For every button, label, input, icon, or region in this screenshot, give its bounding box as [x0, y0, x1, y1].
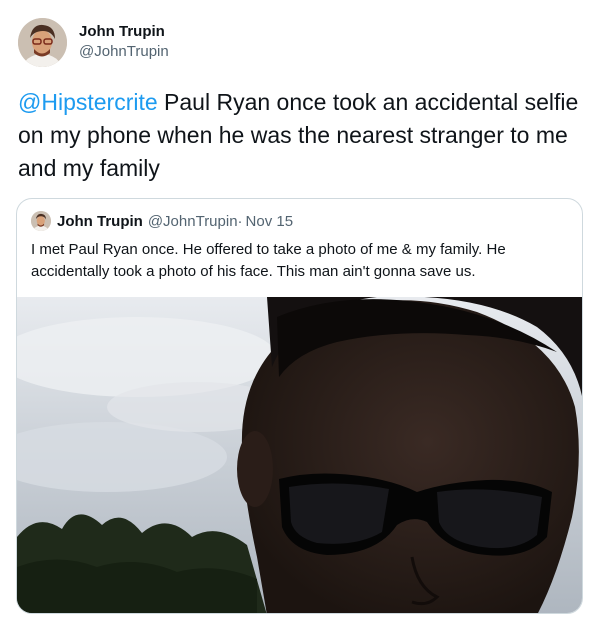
- quoted-tweet-header: John Trupin @JohnTrupin · Nov 15: [31, 211, 293, 231]
- quoted-tweet-text: I met Paul Ryan once. He offered to take…: [31, 241, 506, 280]
- quoted-author-handle[interactable]: @JohnTrupin: [148, 213, 238, 230]
- date-separator: ·: [237, 212, 243, 230]
- author-display-name[interactable]: John Trupin: [79, 22, 169, 42]
- author-avatar[interactable]: [18, 17, 67, 67]
- profile-photo-icon: [31, 211, 51, 231]
- author-handle[interactable]: @JohnTrupin: [79, 42, 169, 62]
- quoted-tweet-photo[interactable]: [17, 296, 582, 613]
- quoted-author-display-name[interactable]: John Trupin: [57, 213, 143, 230]
- quoted-author-avatar[interactable]: [31, 211, 51, 231]
- quoted-tweet-card[interactable]: John Trupin @JohnTrupin · Nov 15 I met P…: [16, 198, 583, 614]
- quoted-tweet-date[interactable]: Nov 15: [246, 213, 294, 230]
- mention-link[interactable]: @Hipstercrite: [18, 89, 158, 115]
- profile-photo-icon: [18, 17, 67, 67]
- tweet-text: @Hipstercrite Paul Ryan once took an acc…: [18, 86, 583, 185]
- tweet-header: John Trupin @JohnTrupin: [18, 16, 418, 68]
- selfie-photo-icon: [17, 296, 582, 613]
